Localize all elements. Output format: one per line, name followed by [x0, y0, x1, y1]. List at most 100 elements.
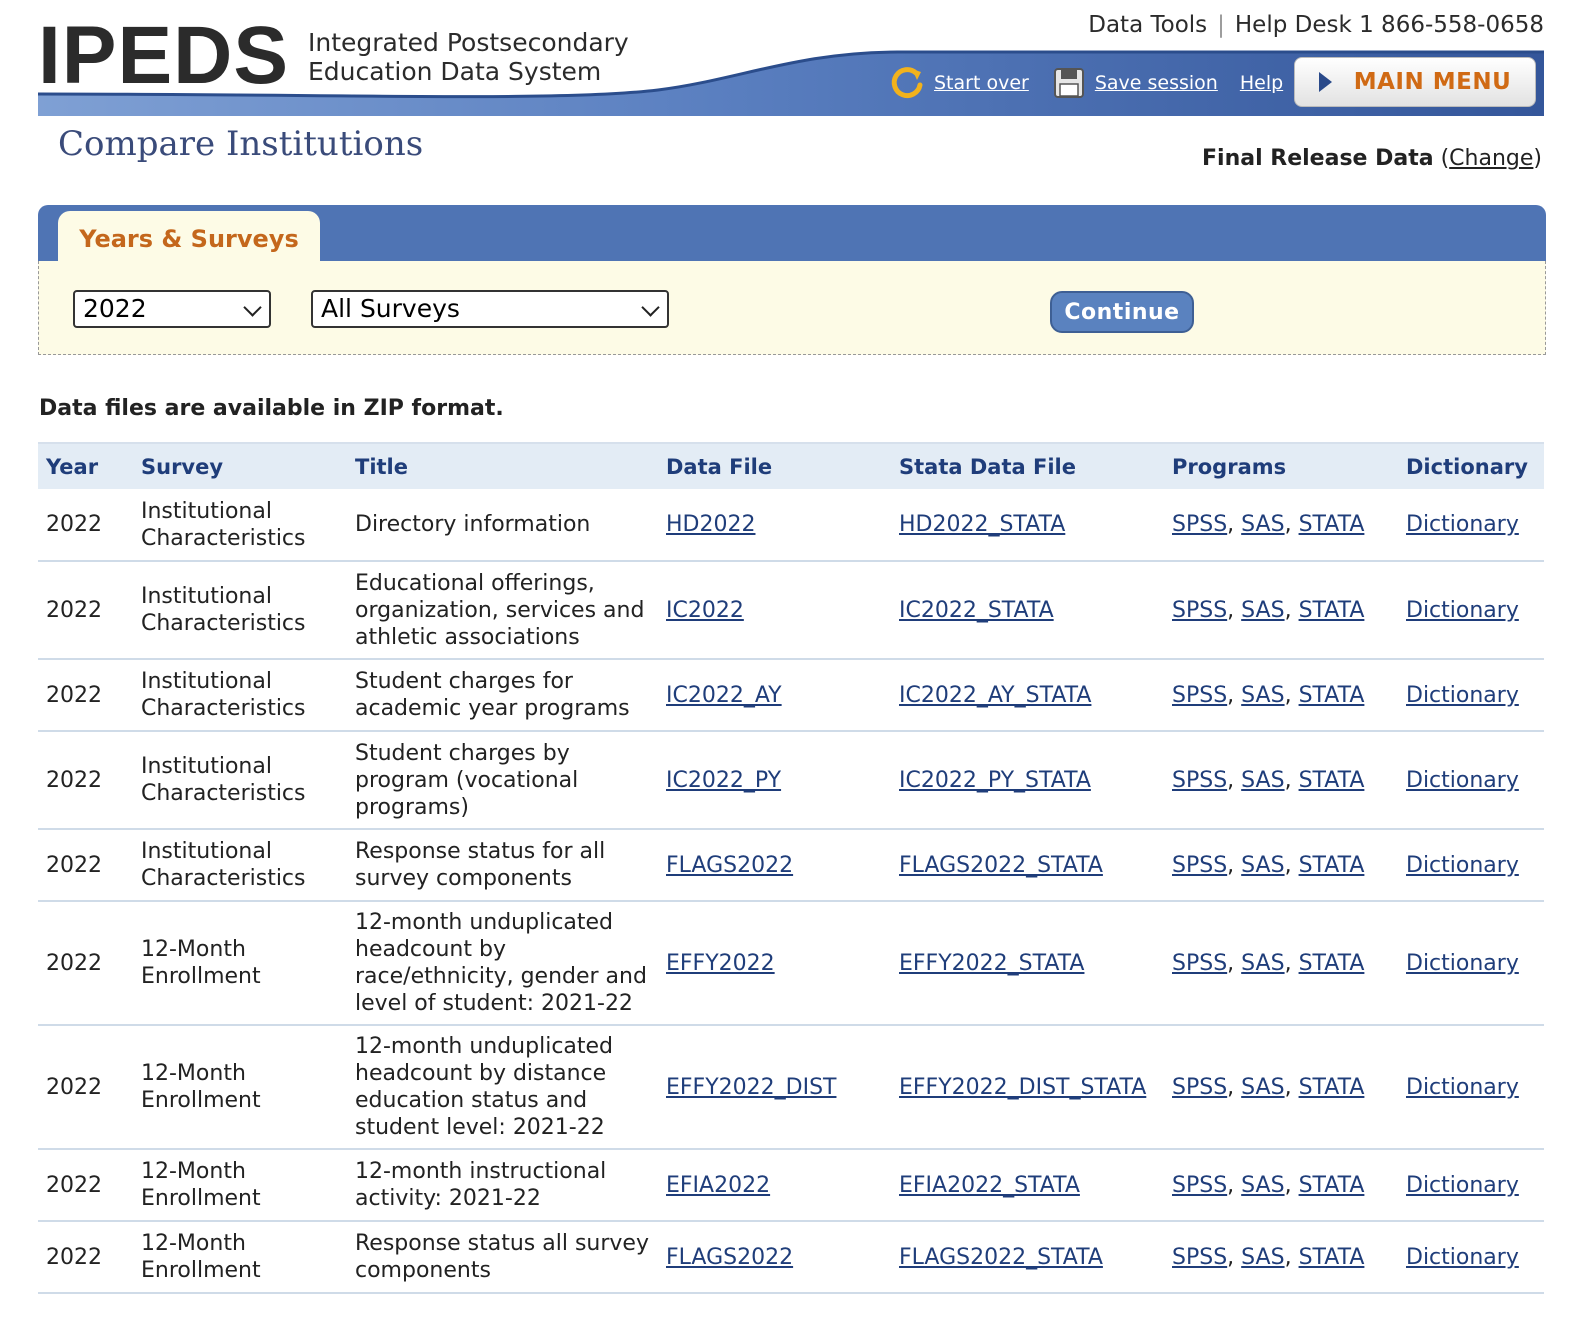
stata-data-file-link[interactable]: IC2022_AY_STATA — [899, 683, 1091, 708]
sas-program-link[interactable]: SAS — [1241, 598, 1284, 623]
dictionary-link[interactable]: Dictionary — [1406, 951, 1519, 976]
data-file-link[interactable]: IC2022 — [666, 598, 744, 623]
dictionary-link[interactable]: Dictionary — [1406, 598, 1519, 623]
sas-program-link[interactable]: SAS — [1241, 853, 1284, 878]
chevron-down-icon — [641, 298, 660, 317]
cell-year: 2022 — [46, 852, 102, 878]
header-survey: Survey — [141, 454, 224, 479]
help-link[interactable]: Help — [1240, 72, 1283, 94]
sas-program-link[interactable]: SAS — [1241, 951, 1284, 976]
spss-program-link[interactable]: SPSS — [1172, 951, 1227, 976]
page-title: Compare Institutions — [58, 124, 424, 164]
stata-program-link[interactable]: STATA — [1299, 768, 1365, 793]
stata-data-file-link[interactable]: EFFY2022_DIST_STATA — [899, 1075, 1146, 1100]
tab-years-surveys[interactable]: Years & Surveys — [58, 211, 320, 267]
data-tools-link[interactable]: Data Tools — [1088, 12, 1207, 38]
start-over-item[interactable]: Start over — [890, 65, 1029, 101]
start-over-link[interactable]: Start over — [934, 72, 1029, 94]
table-row: 2022 Institutional Characteristics Directo… — [38, 489, 1544, 561]
stata-data-file-link[interactable]: IC2022_STATA — [899, 598, 1054, 623]
stata-program-link[interactable]: STATA — [1299, 951, 1365, 976]
cell-title: 12-month unduplicated headcount by dista… — [355, 1034, 614, 1140]
cell-survey: 12-Month Enrollment — [141, 1061, 261, 1113]
data-file-link[interactable]: EFFY2022 — [666, 951, 775, 976]
spss-program-link[interactable]: SPSS — [1172, 1173, 1227, 1198]
continue-button[interactable]: Continue — [1050, 291, 1194, 333]
spss-program-link[interactable]: SPSS — [1172, 1245, 1227, 1270]
panel-body: 2022 All Surveys Continue — [38, 261, 1546, 355]
spss-program-link[interactable]: SPSS — [1172, 512, 1227, 537]
release-label: Final Release Data — [1202, 146, 1434, 171]
dictionary-link[interactable]: Dictionary — [1406, 1173, 1519, 1198]
spss-program-link[interactable]: SPSS — [1172, 598, 1227, 623]
spss-program-link[interactable]: SPSS — [1172, 1075, 1227, 1100]
year-select-value: 2022 — [83, 294, 147, 323]
table-row: 2022 12-Month Enrollment 12-month instruct… — [38, 1149, 1544, 1221]
dictionary-link[interactable]: Dictionary — [1406, 512, 1519, 537]
stata-program-link[interactable]: STATA — [1299, 1173, 1365, 1198]
data-file-link[interactable]: IC2022_AY — [666, 683, 782, 708]
cell-survey: 12-Month Enrollment — [141, 1231, 261, 1283]
programs-cell: SPSS, SAS, STATA — [1172, 1244, 1365, 1270]
floppy-disk-icon — [1053, 68, 1084, 98]
spss-program-link[interactable]: SPSS — [1172, 853, 1227, 878]
table-row: 2022 12-Month Enrollment Response status a… — [38, 1221, 1544, 1293]
help-item[interactable]: Help — [1240, 72, 1283, 94]
stata-data-file-link[interactable]: HD2022_STATA — [899, 512, 1065, 537]
stata-data-file-link[interactable]: IC2022_PY_STATA — [899, 768, 1091, 793]
header-stata-data-file: Stata Data File — [899, 454, 1076, 479]
cell-year: 2022 — [46, 512, 102, 537]
release-status: Final Release Data (Change) — [1202, 146, 1542, 171]
dictionary-link[interactable]: Dictionary — [1406, 1245, 1519, 1270]
sas-program-link[interactable]: SAS — [1241, 512, 1284, 537]
sas-program-link[interactable]: SAS — [1241, 768, 1284, 793]
stata-program-link[interactable]: STATA — [1299, 1245, 1365, 1270]
data-file-link[interactable]: EFIA2022 — [666, 1173, 770, 1198]
stata-program-link[interactable]: STATA — [1299, 1075, 1365, 1100]
change-release-link[interactable]: Change — [1449, 146, 1533, 171]
years-surveys-panel: Years & Surveys 2022 All Surveys Continu… — [38, 205, 1546, 355]
cell-survey: Institutional Characteristics — [141, 584, 306, 636]
sas-program-link[interactable]: SAS — [1241, 1173, 1284, 1198]
stata-program-link[interactable]: STATA — [1299, 853, 1365, 878]
data-file-link[interactable]: FLAGS2022 — [666, 1245, 793, 1270]
sas-program-link[interactable]: SAS — [1241, 1245, 1284, 1270]
table-header-row: Year Survey Title Data File Stata Data F… — [38, 443, 1544, 489]
sas-program-link[interactable]: SAS — [1241, 683, 1284, 708]
cell-year: 2022 — [46, 950, 102, 976]
sas-program-link[interactable]: SAS — [1241, 1075, 1284, 1100]
programs-cell: SPSS, SAS, STATA — [1172, 512, 1365, 537]
survey-select[interactable]: All Surveys — [311, 290, 669, 328]
cell-title: Directory information — [355, 512, 591, 537]
header-nav: Start over Save session Help — [890, 60, 1305, 106]
stata-program-link[interactable]: STATA — [1299, 683, 1365, 708]
dictionary-link[interactable]: Dictionary — [1406, 853, 1519, 878]
save-session-item[interactable]: Save session — [1051, 65, 1218, 101]
main-menu-button[interactable]: MAIN MENU — [1294, 57, 1536, 107]
header-dictionary: Dictionary — [1406, 454, 1528, 479]
dictionary-link[interactable]: Dictionary — [1406, 683, 1519, 708]
data-file-link[interactable]: FLAGS2022 — [666, 853, 793, 878]
data-file-link[interactable]: EFFY2022_DIST — [666, 1075, 836, 1100]
spss-program-link[interactable]: SPSS — [1172, 768, 1227, 793]
year-select[interactable]: 2022 — [73, 290, 271, 328]
dictionary-link[interactable]: Dictionary — [1406, 768, 1519, 793]
stata-data-file-link[interactable]: FLAGS2022_STATA — [899, 853, 1103, 878]
stata-data-file-link[interactable]: FLAGS2022_STATA — [899, 1245, 1103, 1270]
stata-program-link[interactable]: STATA — [1299, 512, 1365, 537]
table-row: 2022 Institutional Characteristics Student… — [38, 731, 1544, 829]
cell-year: 2022 — [46, 767, 102, 793]
cell-title: Student charges by program (vocational p… — [355, 740, 579, 820]
stata-program-link[interactable]: STATA — [1299, 598, 1365, 623]
stata-data-file-link[interactable]: EFFY2022_STATA — [899, 951, 1084, 976]
programs-cell: SPSS, SAS, STATA — [1172, 852, 1365, 878]
spss-program-link[interactable]: SPSS — [1172, 683, 1227, 708]
dictionary-link[interactable]: Dictionary — [1406, 1075, 1519, 1100]
top-links: Data Tools | Help Desk 1 866-558-0658 — [1088, 12, 1544, 38]
stata-data-file-link[interactable]: EFIA2022_STATA — [899, 1173, 1080, 1198]
data-file-link[interactable]: HD2022 — [666, 512, 755, 537]
save-session-link[interactable]: Save session — [1095, 72, 1218, 94]
cell-survey: Institutional Characteristics — [141, 498, 306, 551]
programs-cell: SPSS, SAS, STATA — [1172, 1172, 1365, 1198]
data-file-link[interactable]: IC2022_PY — [666, 768, 781, 793]
